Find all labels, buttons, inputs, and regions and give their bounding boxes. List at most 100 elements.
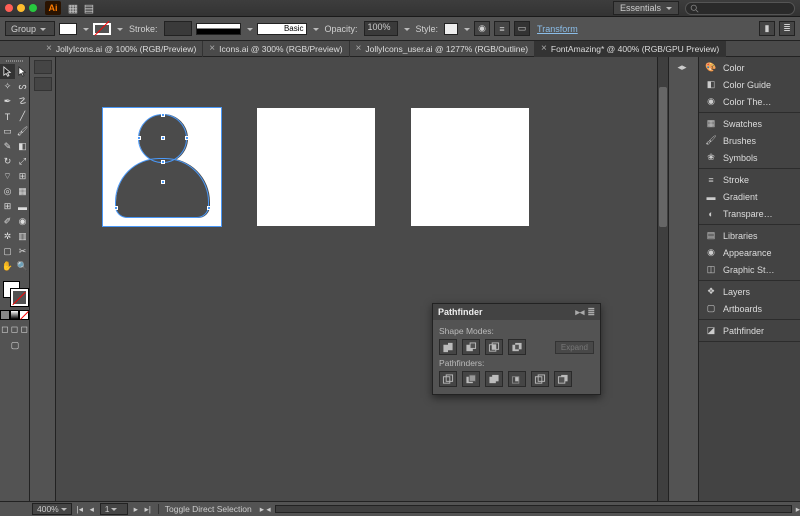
close-icon[interactable]: × [209,43,215,54]
artboard-number[interactable]: 1 [100,503,128,515]
panel-brushes[interactable]: 🖌Brushes [699,132,800,149]
minus-front-button[interactable] [462,339,480,355]
bridge-icon[interactable]: ▦ [65,1,81,15]
perspective-grid-tool[interactable]: ▦ [15,184,30,199]
transform-link[interactable]: Transform [537,24,578,34]
search-input[interactable] [685,2,795,15]
dock-stub[interactable] [34,77,52,91]
zoom-tool[interactable]: 🔍 [15,259,30,274]
unite-button[interactable] [439,339,457,355]
fill-swatch[interactable] [59,23,77,35]
intersect-button[interactable] [485,339,503,355]
stroke-swatch[interactable] [93,23,111,35]
panel-stroke[interactable]: ≡Stroke [699,171,800,188]
trim-button[interactable] [462,371,480,387]
canvas[interactable] [56,57,657,501]
color-mode-none[interactable] [19,310,29,320]
opacity-input[interactable]: 100% [364,21,398,36]
crop-button[interactable] [508,371,526,387]
panel-pathfinder[interactable]: ◪Pathfinder [699,322,800,339]
mesh-tool[interactable]: ⊞ [0,199,15,214]
panel-menu-button[interactable]: ▮ [759,21,775,36]
horizontal-scrollbar[interactable] [275,505,792,513]
pencil-tool[interactable]: ✎ [0,139,15,154]
line-segment-tool[interactable]: ╱ [15,109,30,124]
close-icon[interactable]: × [541,43,547,54]
panel-libraries[interactable]: ▤Libraries [699,227,800,244]
selection-tool[interactable] [0,64,15,79]
align-button[interactable]: ≡ [494,21,510,36]
divide-button[interactable] [439,371,457,387]
lasso-tool[interactable]: ᔕ [15,79,30,94]
pathfinder-titlebar[interactable]: Pathfinder ▸◂≣ [433,304,600,320]
direct-selection-tool[interactable] [15,64,30,79]
draw-inside[interactable]: ◻ [19,323,29,335]
panel-layers[interactable]: ❖Layers [699,283,800,300]
screen-mode[interactable]: ▢ [0,338,30,353]
blend-tool[interactable]: ◉ [15,214,30,229]
close-icon[interactable]: × [46,43,52,54]
pathfinder-panel[interactable]: Pathfinder ▸◂≣ Shape Modes: Expand Pathf… [432,303,601,395]
slice-tool[interactable]: ✂ [15,244,30,259]
rectangle-tool[interactable]: ▭ [0,124,15,139]
close-window[interactable] [5,4,13,12]
first-artboard[interactable]: |◂ [74,503,86,515]
shape-tool-button[interactable]: ▭ [514,21,530,36]
merge-button[interactable] [485,371,503,387]
column-graph-tool[interactable]: ▥ [15,229,30,244]
color-mode-gradient[interactable] [10,310,20,320]
panel-color-themes[interactable]: ◉Color The… [699,93,800,110]
minus-back-button[interactable] [554,371,572,387]
dock-stub[interactable] [34,60,52,74]
recolor-button[interactable]: ◉ [474,21,490,36]
zoom-window[interactable] [29,4,37,12]
shape-builder-tool[interactable]: ◎ [0,184,15,199]
close-icon[interactable]: × [356,43,362,54]
scroll-thumb[interactable] [659,87,667,227]
scale-tool[interactable]: ⤢ [15,154,30,169]
hand-tool[interactable]: ✋ [0,259,15,274]
document-tab[interactable]: ×Icons.ai @ 300% (RGB/Preview) [203,41,349,57]
magic-wand-tool[interactable]: ✧ [0,79,15,94]
workspace-switcher[interactable]: Essentials [613,1,679,15]
stroke-weight-input[interactable] [164,21,192,36]
paintbrush-tool[interactable]: 🖌 [15,124,30,139]
width-tool[interactable]: ⌔ [0,169,15,184]
panel-color-guide[interactable]: ◧Color Guide [699,76,800,93]
color-mode-normal[interactable] [0,310,10,320]
rotate-tool[interactable]: ↻ [0,154,15,169]
stroke-color[interactable] [11,289,28,306]
brush-definition[interactable] [257,23,307,35]
minimize-window[interactable] [17,4,25,12]
vertical-scrollbar[interactable] [657,57,668,501]
eraser-tool[interactable]: ◧ [15,139,30,154]
stocks-icon[interactable]: ▤ [81,1,97,15]
panel-appearance[interactable]: ◉Appearance [699,244,800,261]
eyedropper-tool[interactable]: ✐ [0,214,15,229]
panel-gradient[interactable]: ▬Gradient [699,188,800,205]
selection-type[interactable]: Group [5,21,55,36]
panel-color[interactable]: 🎨Color [699,59,800,76]
fill-stroke-control[interactable] [0,278,30,308]
gradient-tool[interactable]: ▬ [15,199,30,214]
pen-tool[interactable]: ✒ [0,94,15,109]
graphic-style[interactable] [444,23,458,35]
symbol-sprayer-tool[interactable]: ✲ [0,229,15,244]
draw-normal[interactable]: ◻ [0,323,10,335]
prev-artboard[interactable]: ◂ [86,503,98,515]
menu-icon[interactable]: ≣ [587,307,595,318]
panel-transparency[interactable]: ◐Transpare… [699,205,800,222]
draw-behind[interactable]: ◻ [10,323,20,335]
document-tab-active[interactable]: ×FontAmazing* @ 400% (RGB/GPU Preview) [535,41,726,57]
panel-symbols[interactable]: ❀Symbols [699,149,800,166]
type-tool[interactable]: T [0,109,15,124]
collapse-icon[interactable]: ▸◂ [575,307,584,318]
variable-width-profile[interactable] [196,23,241,35]
artboard-tool[interactable]: ▢ [0,244,15,259]
panel-swatches[interactable]: ▦Swatches [699,115,800,132]
outline-button[interactable] [531,371,549,387]
expand-panels-icon[interactable]: ◂▸ [678,62,690,72]
panel-artboards[interactable]: ▢Artboards [699,300,800,317]
panel-menu2-button[interactable]: ≣ [779,21,795,36]
zoom-level[interactable]: 400% [32,503,72,515]
